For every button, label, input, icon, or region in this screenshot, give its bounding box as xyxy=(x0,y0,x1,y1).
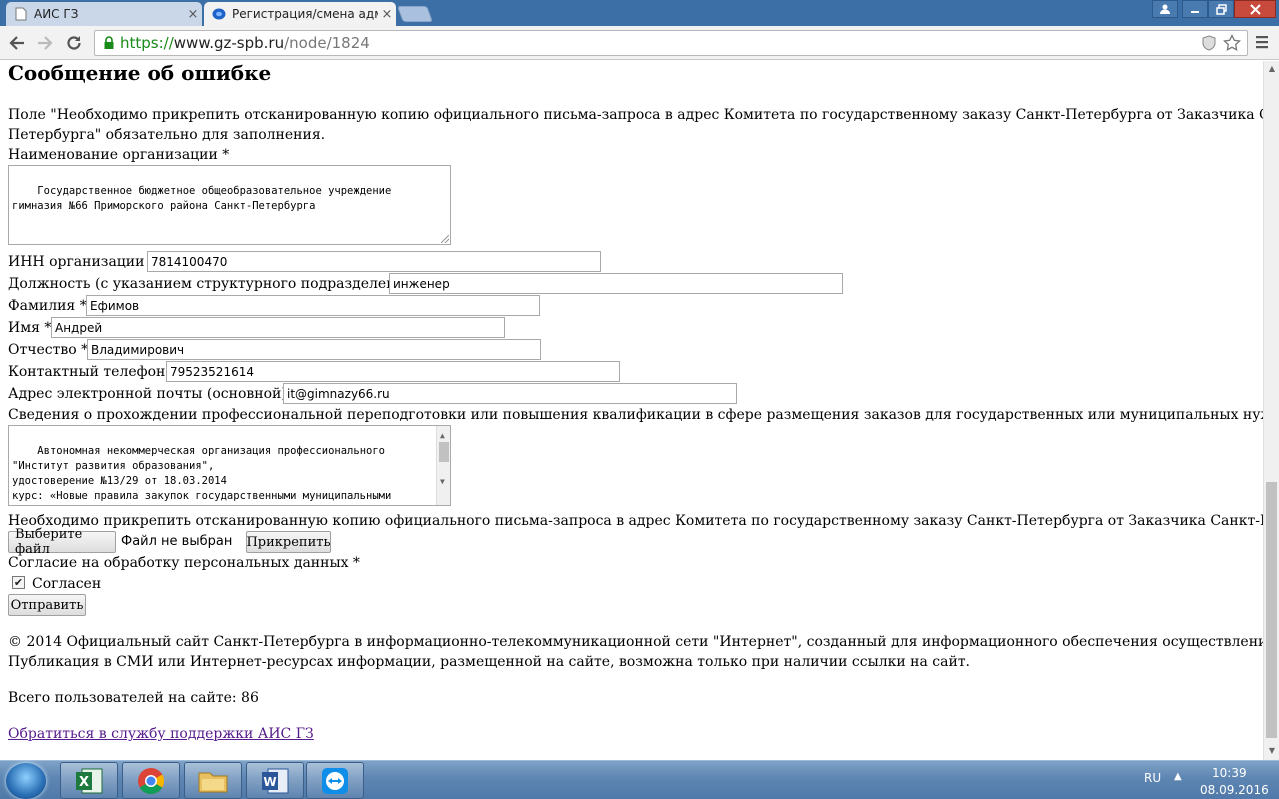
restore-icon[interactable] xyxy=(1208,0,1234,18)
phone-field[interactable] xyxy=(166,361,620,382)
page-scrollbar[interactable]: ▲ ▼ xyxy=(1263,61,1279,760)
url-path: /node/1824 xyxy=(284,34,370,52)
minimize-icon[interactable] xyxy=(1182,0,1208,18)
excel-icon[interactable]: X xyxy=(60,762,118,799)
tab-registration[interactable]: Регистрация/смена адми × xyxy=(204,2,396,26)
page-title: Сообщение об ошибке xyxy=(8,61,272,85)
submit-button[interactable]: Отправить xyxy=(8,594,86,616)
browser-toolbar: https://www.gz-spb.ru/node/1824 xyxy=(0,26,1279,60)
patronymic-label: Отчество * xyxy=(8,342,89,358)
close-icon[interactable]: × xyxy=(378,7,396,22)
svg-text:X: X xyxy=(79,775,89,790)
org-name-value: Государственное бюджетное общеобразовате… xyxy=(12,185,392,212)
window-close-icon[interactable] xyxy=(1234,0,1276,18)
support-link[interactable]: Обратиться в службу поддержки АИС ГЗ xyxy=(8,726,314,742)
chrome-icon[interactable] xyxy=(122,762,180,799)
clock-time[interactable]: 10:39 xyxy=(1212,766,1247,780)
scroll-up-icon[interactable]: ▲ xyxy=(440,428,445,443)
page-content: Сообщение об ошибке Поле "Необходимо при… xyxy=(0,61,1263,760)
tray-expand-icon[interactable]: ▲ xyxy=(1174,771,1182,782)
url-scheme: https:// xyxy=(120,34,174,52)
reload-icon[interactable] xyxy=(62,31,86,55)
lock-icon xyxy=(98,36,120,50)
org-name-label: Наименование организации * xyxy=(8,147,230,163)
forward-icon[interactable] xyxy=(33,31,57,55)
back-icon[interactable] xyxy=(5,31,29,55)
svg-text:W: W xyxy=(263,775,276,789)
explorer-icon[interactable] xyxy=(184,762,242,799)
tab-ais-gz[interactable]: АИС ГЗ × xyxy=(6,2,202,26)
surname-field[interactable] xyxy=(86,295,540,316)
consent-checkbox-label: Согласен xyxy=(32,576,102,592)
org-name-textarea[interactable]: Государственное бюджетное общеобразовате… xyxy=(8,165,451,245)
attach-button[interactable]: Прикрепить xyxy=(246,531,331,553)
footer-copyright: © 2014 Официальный сайт Санкт-Петербурга… xyxy=(8,634,1263,650)
users-online: Всего пользователей на сайте: 86 xyxy=(8,690,259,706)
surname-label: Фамилия * xyxy=(8,298,87,314)
address-bar[interactable]: https://www.gz-spb.ru/node/1824 xyxy=(94,30,1248,56)
user-icon[interactable] xyxy=(1152,0,1178,18)
no-file-text: Файл не выбран xyxy=(121,534,233,549)
word-icon[interactable]: W xyxy=(246,762,304,799)
chrome-menu-icon[interactable] xyxy=(1254,34,1270,50)
scroll-down-icon[interactable]: ▼ xyxy=(1267,746,1277,756)
name-field[interactable] xyxy=(51,317,505,338)
new-tab-button[interactable] xyxy=(397,6,433,22)
error-message-line2: Петербурга" обязательно для заполнения. xyxy=(8,127,326,143)
choose-file-button[interactable]: Выберите файл xyxy=(8,527,116,557)
language-indicator[interactable]: RU xyxy=(1144,771,1161,785)
scroll-thumb[interactable] xyxy=(1266,482,1277,738)
consent-label: Согласие на обработку персональных данны… xyxy=(8,555,360,571)
tab-label: Регистрация/смена адми xyxy=(232,7,378,21)
scroll-up-icon[interactable]: ▲ xyxy=(1267,64,1277,74)
training-textarea[interactable]: Автономная некоммерческая организация пр… xyxy=(8,425,451,506)
name-label: Имя * xyxy=(8,320,52,336)
inn-label: ИНН организации * xyxy=(8,254,156,270)
footer-publication: Публикация в СМИ или Интернет-ресурсах и… xyxy=(8,654,971,670)
clock-date[interactable]: 08.09.2016 xyxy=(1200,783,1269,797)
start-button-icon[interactable] xyxy=(6,763,46,799)
email-field[interactable] xyxy=(283,383,737,404)
error-message-line1: Поле "Необходимо прикрепить отсканирован… xyxy=(8,107,1263,123)
teamviewer-icon[interactable] xyxy=(306,762,364,799)
url-host: www.gz-spb.ru xyxy=(173,34,285,52)
patronymic-field[interactable] xyxy=(87,339,541,360)
scroll-down-icon[interactable]: ▼ xyxy=(440,474,445,489)
position-label: Должность (с указанием структурного подр… xyxy=(8,276,431,292)
bookmark-star-icon[interactable] xyxy=(1223,33,1241,56)
taskbar: X W RU ▲ 10:39 08.09.2016 xyxy=(0,760,1279,799)
training-value: Автономная некоммерческая организация пр… xyxy=(12,445,392,502)
textarea-scrollbar[interactable]: ▲ ▼ xyxy=(436,426,450,505)
tab-label: АИС ГЗ xyxy=(34,7,79,21)
inn-field[interactable] xyxy=(147,251,601,272)
site-favicon-icon xyxy=(212,7,226,21)
email-label: Адрес электронной почты (основной) * xyxy=(8,386,299,402)
page-icon xyxy=(14,7,28,21)
training-label: Сведения о прохождении профессиональной … xyxy=(8,407,1263,423)
attachment-label: Необходимо прикрепить отсканированную ко… xyxy=(8,513,1263,529)
position-field[interactable] xyxy=(389,273,843,294)
close-icon[interactable]: × xyxy=(184,7,202,22)
consent-checkbox[interactable]: ✔ xyxy=(12,576,25,589)
shield-icon[interactable] xyxy=(1201,35,1217,55)
scroll-thumb[interactable] xyxy=(439,442,449,462)
phone-label: Контактный телефон * xyxy=(8,364,177,380)
browser-tab-strip: АИС ГЗ × Регистрация/смена адми × xyxy=(0,0,1279,26)
resize-grip-icon[interactable] xyxy=(441,235,449,243)
